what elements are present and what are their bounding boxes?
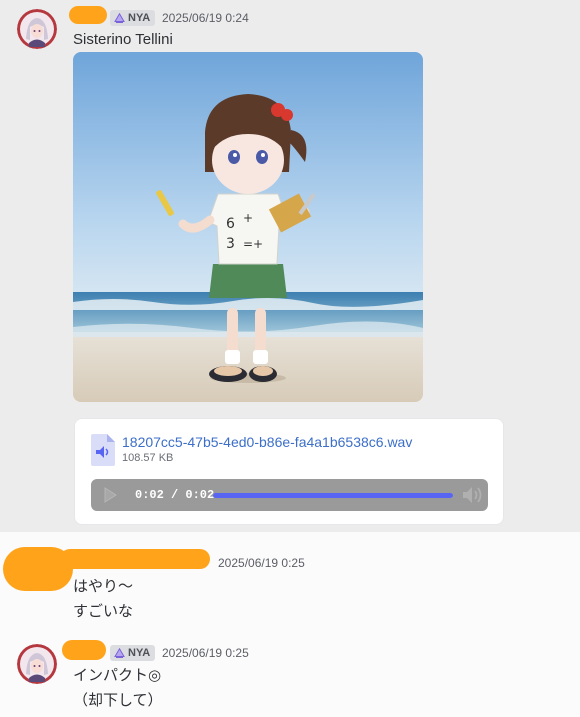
audio-player: 0:02 / 0:02 bbox=[91, 479, 488, 511]
redacted-username bbox=[62, 640, 106, 660]
playback-time: 0:02 / 0:02 bbox=[135, 488, 215, 502]
message-timestamp: 2025/06/19 0:25 bbox=[218, 556, 305, 570]
message-timestamp: 2025/06/19 0:25 bbox=[162, 646, 249, 660]
message-timestamp: 2025/06/19 0:24 bbox=[162, 11, 249, 25]
message-2: 2025/06/19 0:25 はやり〜 すごいな bbox=[0, 532, 580, 632]
message-3: NYA 2025/06/19 0:25 インパクト◎ （却下して） bbox=[0, 632, 580, 717]
user-avatar[interactable] bbox=[17, 644, 57, 684]
redacted-username bbox=[69, 6, 107, 24]
server-tag-icon bbox=[114, 647, 125, 658]
audio-file-attachment: 18207cc5-47b5-4ed0-b86e-fa4a1b6538c6.wav… bbox=[74, 418, 504, 525]
message-text: すごいな bbox=[73, 603, 134, 620]
message-1: NYA 2025/06/19 0:24 Sisterino Tellini 6 … bbox=[0, 0, 580, 532]
message-text: Sisterino Tellini bbox=[73, 31, 173, 48]
server-tag-label: NYA bbox=[128, 12, 151, 24]
progress-fill bbox=[213, 493, 453, 498]
svg-text:3: 3 bbox=[226, 236, 235, 252]
server-tag[interactable]: NYA bbox=[110, 10, 156, 26]
audio-file-icon bbox=[91, 434, 115, 466]
image-attachment[interactable]: 6 + 3 =+ bbox=[73, 52, 423, 402]
progress-bar[interactable] bbox=[213, 493, 453, 498]
volume-icon[interactable] bbox=[462, 486, 484, 504]
redacted-username bbox=[60, 549, 210, 569]
svg-text:=+: =+ bbox=[243, 237, 263, 251]
girl-on-beach-image: 6 + 3 =+ bbox=[73, 52, 423, 402]
file-size: 108.57 KB bbox=[122, 452, 174, 464]
chat-page: NYA 2025/06/19 0:24 Sisterino Tellini 6 … bbox=[0, 0, 580, 717]
server-tag-label: NYA bbox=[128, 647, 151, 659]
file-name-link[interactable]: 18207cc5-47b5-4ed0-b86e-fa4a1b6538c6.wav bbox=[122, 434, 412, 450]
play-icon[interactable] bbox=[103, 487, 117, 503]
server-tag[interactable]: NYA bbox=[110, 645, 156, 661]
message-text: （却下して） bbox=[73, 692, 163, 709]
user-avatar[interactable] bbox=[17, 9, 57, 49]
message-text: インパクト◎ bbox=[73, 667, 162, 684]
message-text: はやり〜 bbox=[73, 578, 134, 595]
svg-text:+: + bbox=[243, 211, 253, 225]
svg-text:6: 6 bbox=[226, 216, 235, 232]
server-tag-icon bbox=[114, 12, 125, 23]
